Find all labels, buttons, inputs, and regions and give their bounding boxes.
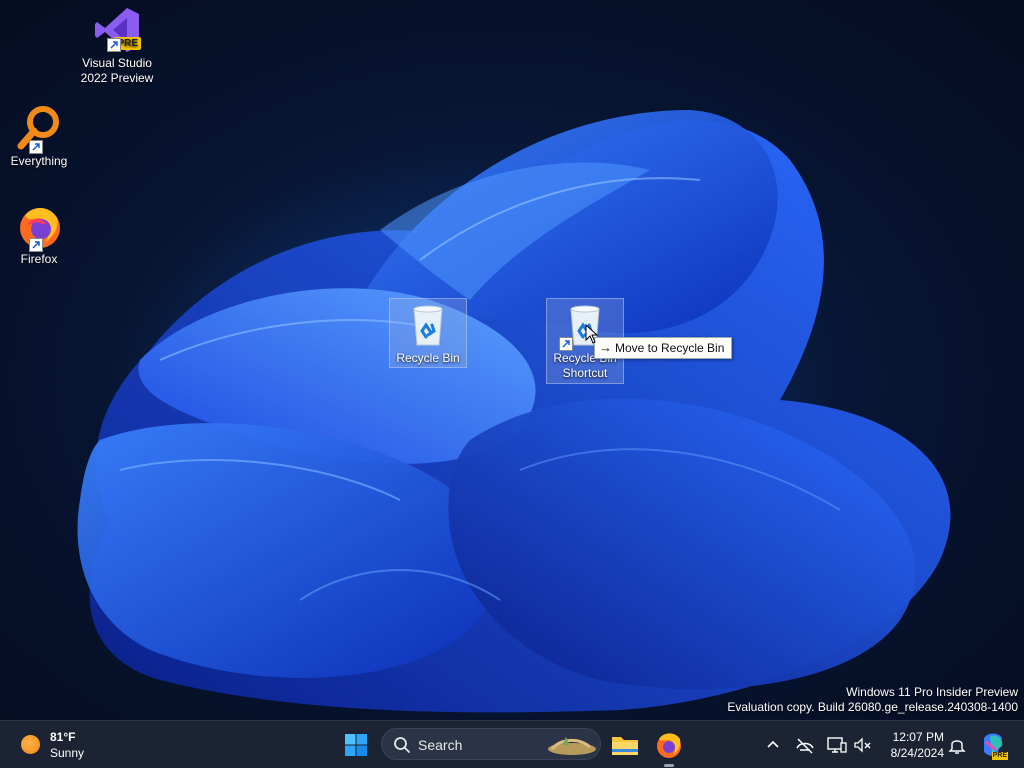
sun-icon [21,735,40,754]
everything-icon [15,104,63,154]
mouse-cursor-icon [585,324,599,344]
desktop-icon-label: Recycle Bin [396,351,460,365]
desktop-icon-everything[interactable]: Everything [0,104,78,169]
desktop-icon-label: Shortcut [562,366,608,380]
clock-date: 8/24/2024 [890,746,944,760]
firefox-icon [657,733,681,758]
drag-tooltip: → Move to Recycle Bin [594,337,733,359]
volume-muted-icon[interactable] [851,733,875,757]
taskbar: 81°F Sunny Search 12:07 PM 8/24/2024 PRE [0,720,1024,768]
bloom-wallpaper [77,110,951,713]
desktop-icon-label: Everything [10,154,68,168]
evaluation-watermark: Windows 11 Pro Insider Preview Evaluatio… [727,685,1018,715]
drag-arrow-icon: → [599,340,612,355]
shortcut-arrow-icon [29,140,43,154]
tooltip-text: Move to Recycle Bin [615,341,725,355]
running-indicator [664,764,674,767]
watermark-line-2: Evaluation copy. Build 26080.ge_release.… [727,700,1018,714]
firefox-taskbar-button[interactable] [651,727,687,767]
visual-studio-icon: PRE [93,6,141,54]
bell-icon[interactable] [945,733,969,757]
desktop-icon-recycle-bin[interactable]: Recycle Bin [389,298,467,368]
desktop-icon-label: Visual Studio [82,56,152,70]
folder-icon [612,737,638,755]
copilot-button[interactable]: PRE [978,730,1008,760]
desktop-icon-firefox[interactable]: Firefox [0,202,78,267]
desktop-icon-visual-studio[interactable]: PRE Visual Studio 2022 Preview [78,6,156,86]
start-button[interactable] [338,727,374,763]
search-icon [394,737,410,753]
desktop[interactable]: PRE Visual Studio 2022 Preview Everythin… [0,0,1024,720]
clock-time: 12:07 PM [892,730,944,744]
shortcut-arrow-icon [107,38,121,52]
shortcut-arrow-icon [559,337,573,351]
chevron-up-icon[interactable] [761,733,785,757]
system-clock[interactable]: 12:07 PM 8/24/2024 [880,729,944,761]
display-icon[interactable] [825,733,849,757]
watermark-line-1: Windows 11 Pro Insider Preview [846,685,1018,699]
windows-start-icon [345,734,367,756]
copilot-pre-badge: PRE [991,752,1008,760]
search-highlight-icon [548,737,596,755]
weather-condition: Sunny [50,746,85,760]
recycle-bin-icon [404,301,452,349]
network-off-icon[interactable] [793,733,817,757]
desktop-icon-label: 2022 Preview [80,71,154,85]
weather-temperature: 81°F [50,730,76,744]
firefox-icon [15,202,63,252]
file-explorer-button[interactable] [607,727,643,763]
shortcut-arrow-icon [29,238,43,252]
desktop-icon-label: Firefox [20,252,58,266]
taskbar-search-box[interactable]: Search [381,728,601,760]
search-label: Search [418,737,463,753]
